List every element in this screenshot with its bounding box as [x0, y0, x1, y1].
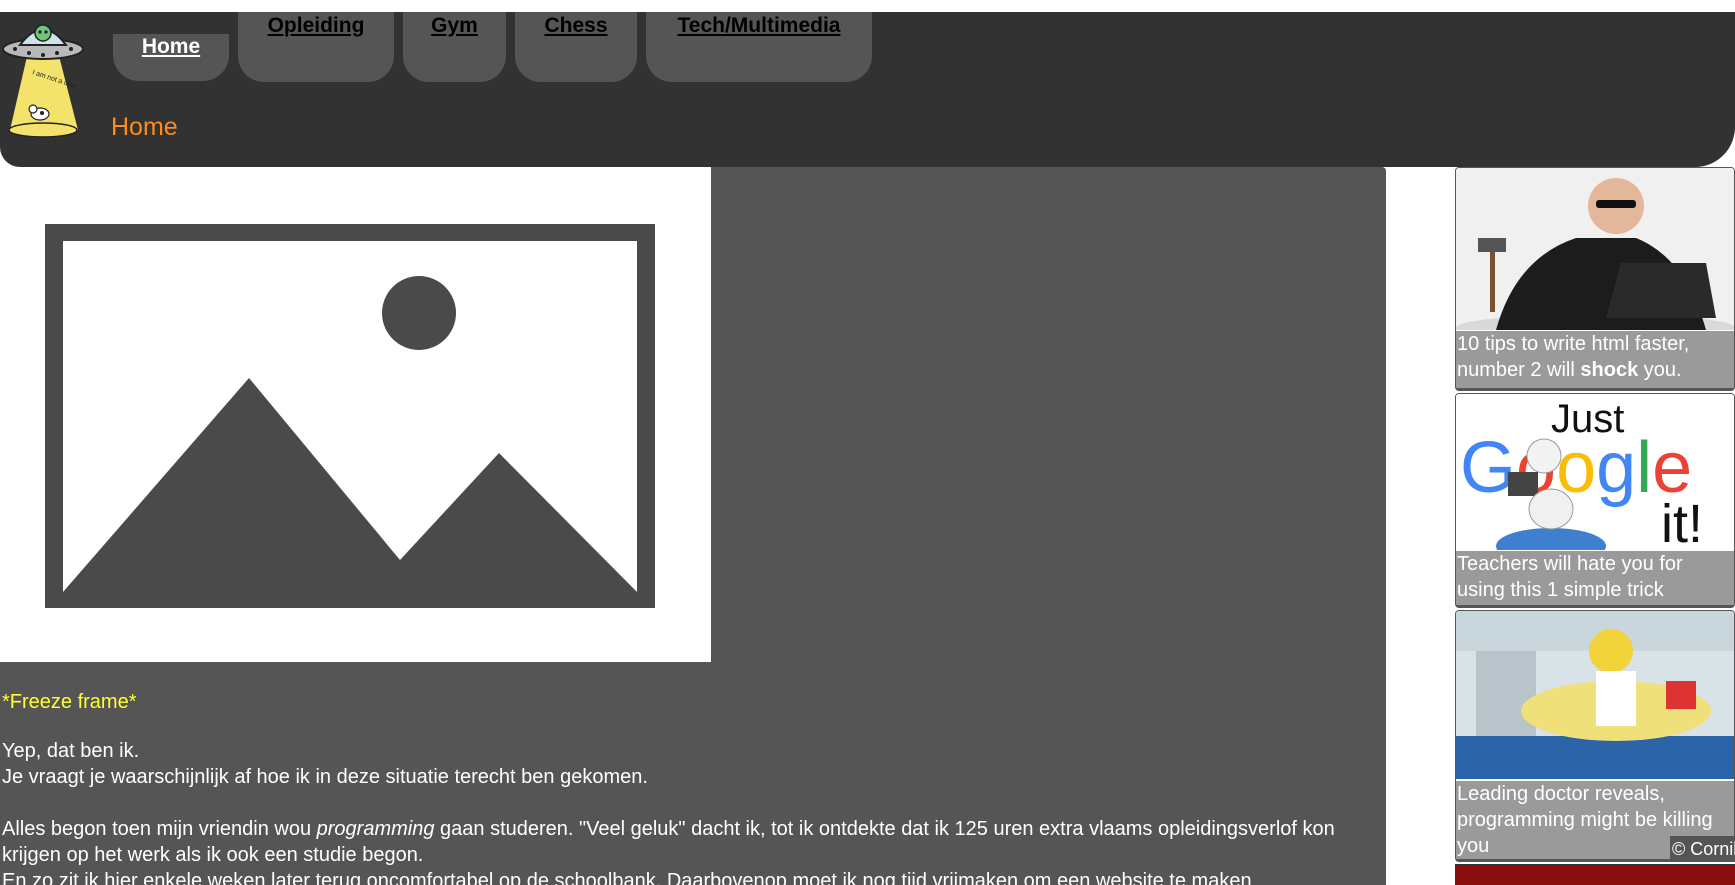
- story-text-before: Alles begon toen mijn vriendin wou: [2, 818, 317, 840]
- freeze-frame-text: *Freeze frame*: [2, 691, 137, 713]
- tab-opleiding[interactable]: Opleiding: [238, 12, 394, 82]
- ad-image-just-google-it: Just Google it!: [1456, 394, 1734, 564]
- sidebar-ads: 10 tips to write html faster, number 2 w…: [1455, 167, 1735, 885]
- tab-tech-multimedia-link[interactable]: Tech/Multimedia: [678, 12, 841, 38]
- tab-tech-multimedia[interactable]: Tech/Multimedia: [646, 12, 872, 82]
- ad-image-google-letters: Google: [1460, 428, 1692, 508]
- story-emphasis: programming: [316, 818, 435, 840]
- tab-home[interactable]: Home: [113, 34, 229, 81]
- ad-image-cartoon-doctor: [1456, 611, 1734, 779]
- logo-ufo: I am not a cow: [0, 12, 86, 140]
- ad-caption-html-tips[interactable]: 10 tips to write html faster, number 2 w…: [1456, 331, 1734, 388]
- tab-gym[interactable]: Gym: [403, 12, 506, 82]
- ad-card-doctor[interactable]: Leading doctor reveals, programming migh…: [1455, 610, 1735, 862]
- tab-opleiding-link[interactable]: Opleiding: [268, 12, 365, 38]
- placeholder-image-icon: [45, 224, 655, 608]
- ad-image-hammer-laptop: [1456, 168, 1734, 342]
- tab-chess[interactable]: Chess: [515, 12, 637, 82]
- page-title: Home: [111, 113, 178, 141]
- page: I am not a cow Home Opleiding Gym Chess …: [0, 0, 1735, 885]
- tab-gym-link[interactable]: Gym: [431, 12, 478, 38]
- tab-home-link[interactable]: Home: [142, 34, 200, 59]
- story-paragraph: Alles begon toen mijn vriendin wou progr…: [2, 816, 1377, 885]
- intro-line-1: Yep, dat ben ik.: [2, 740, 140, 762]
- intro-line-2: Je vraagt je waarschijnlijk af hoe ik in…: [2, 766, 648, 788]
- copyright-notice: © Cornil: [1670, 836, 1735, 862]
- story-continuation: En zo zit ik hier enkele weken later ter…: [2, 870, 1252, 885]
- tab-chess-link[interactable]: Chess: [544, 12, 607, 38]
- ad-caption-part: you.: [1638, 359, 1682, 381]
- ad-card-html-tips[interactable]: 10 tips to write html faster, number 2 w…: [1455, 167, 1735, 391]
- ad-card-partial[interactable]: [1455, 864, 1735, 885]
- intro-paragraph: Yep, dat ben ik. Je vraagt je waarschijn…: [2, 738, 1372, 790]
- main-content: *Freeze frame* Yep, dat ben ik. Je vraag…: [0, 167, 1386, 885]
- ad-card-google-trick[interactable]: Just Google it! Teachers will hate you f…: [1455, 393, 1735, 608]
- ad-caption-google-trick[interactable]: Teachers will hate you for using this 1 …: [1456, 551, 1734, 605]
- image-placeholder: [0, 167, 711, 662]
- ad-caption-bold: shock: [1580, 359, 1639, 381]
- ad-image-text-it: it!: [1661, 494, 1703, 550]
